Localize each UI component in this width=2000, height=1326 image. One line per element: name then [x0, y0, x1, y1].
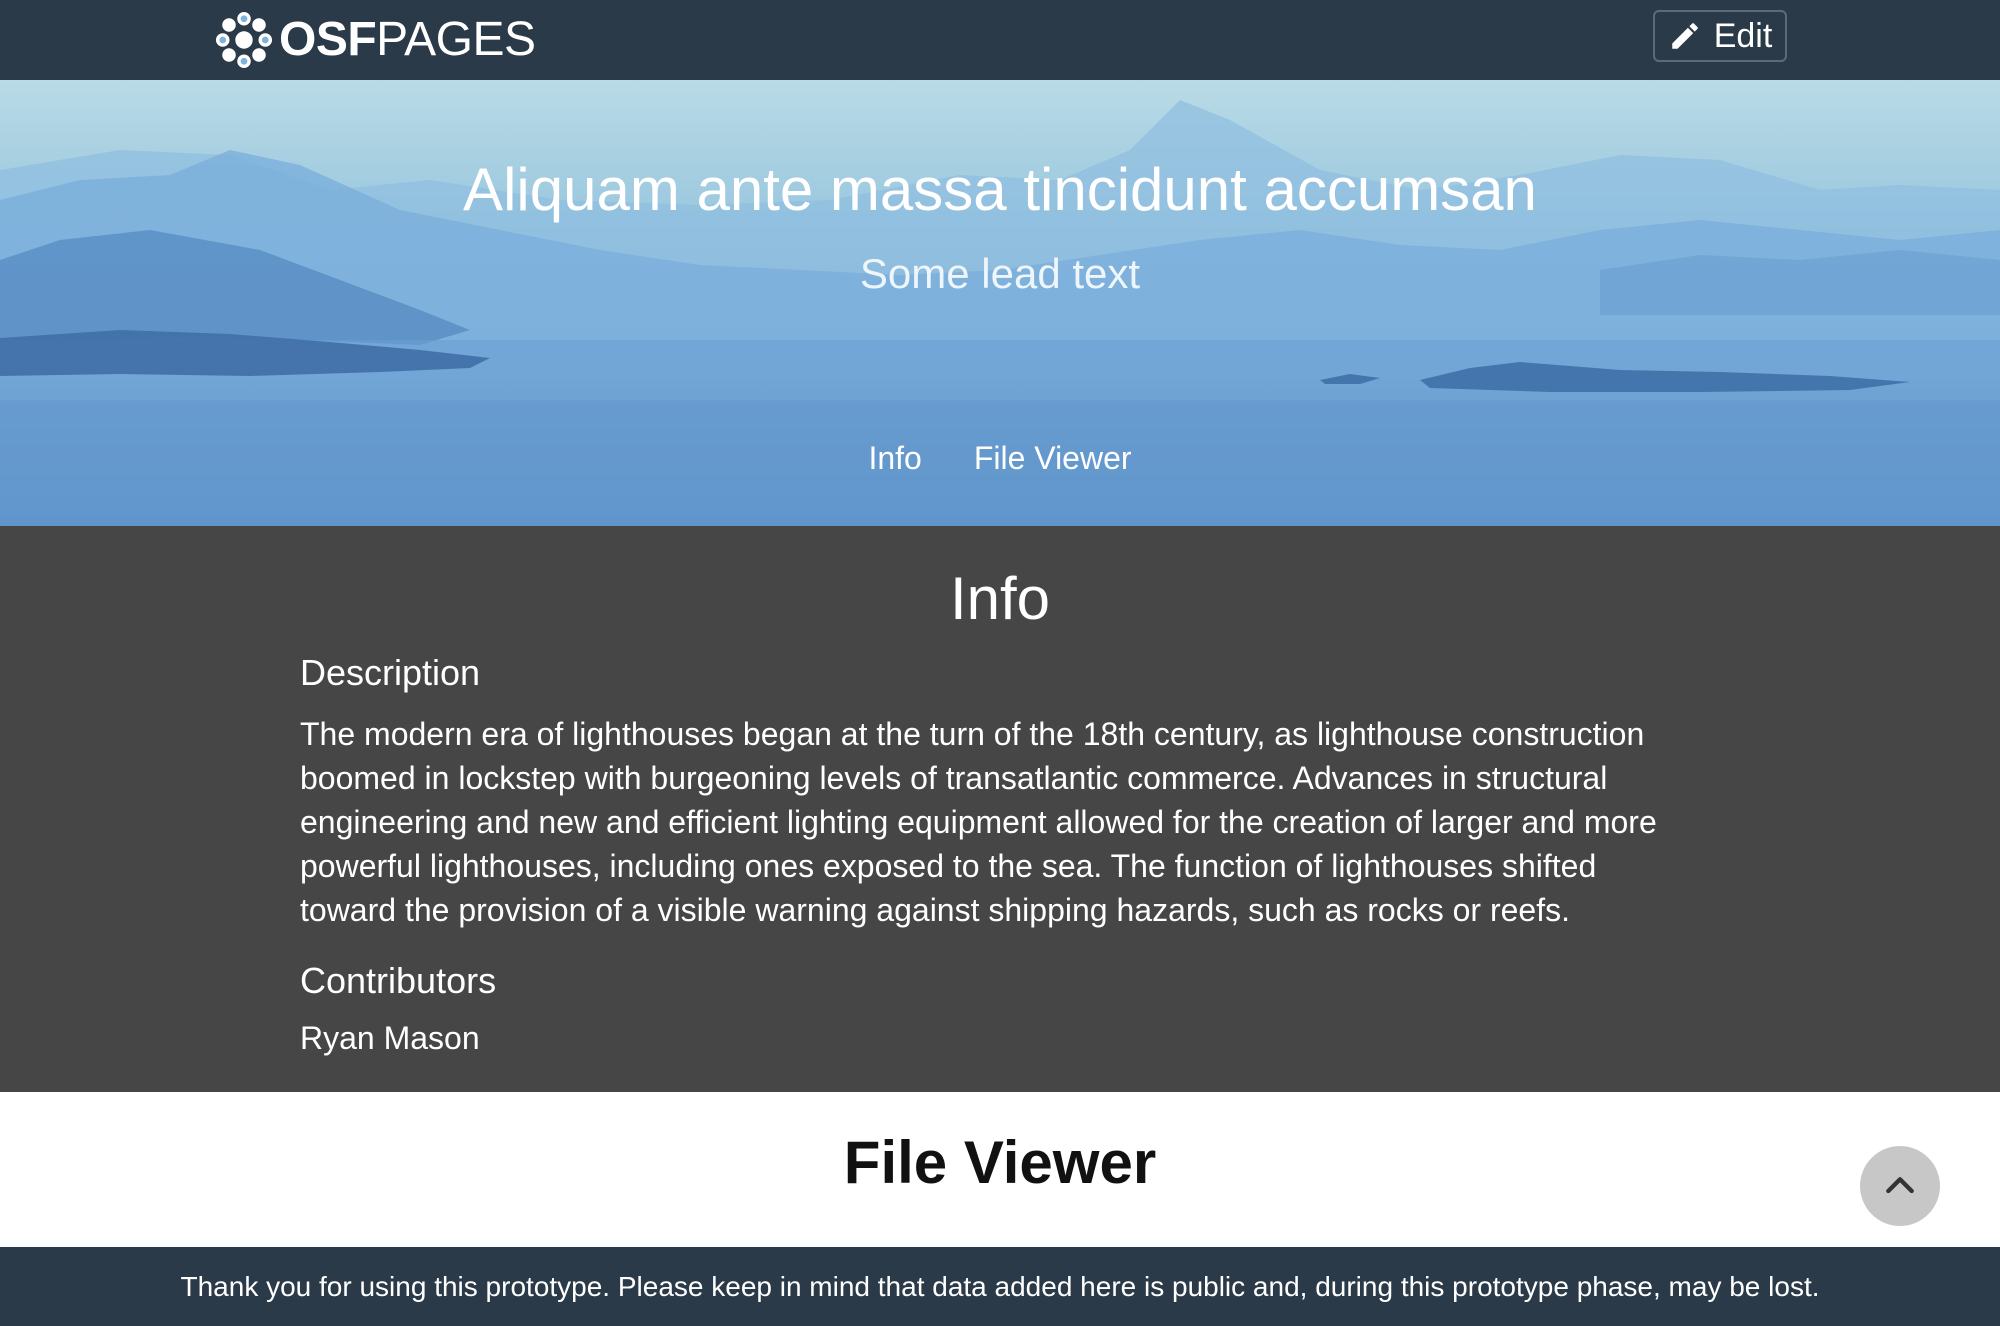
nav-link-info[interactable]: Info [868, 440, 921, 477]
page-lead-text: Some lead text [859, 250, 1141, 297]
info-section: Info Description The modern era of light… [0, 526, 2000, 1092]
footer-notice: Thank you for using this prototype. Plea… [0, 1247, 2000, 1326]
file-viewer-title: File Viewer [843, 1129, 1157, 1196]
scroll-to-top-button[interactable] [1860, 1146, 1940, 1226]
brand-name-bold: OSF [279, 13, 377, 66]
contributors-heading: Contributors [300, 960, 497, 1001]
file-viewer-section: File Viewer [0, 1092, 2000, 1247]
chevron-up-icon [1886, 1177, 1914, 1194]
nav-link-file-viewer[interactable]: File Viewer [974, 440, 1132, 477]
hero-banner: Aliquam ante massa tincidunt accumsan So… [0, 80, 2000, 526]
footer-text: Thank you for using this prototype. Plea… [180, 1271, 1820, 1302]
edit-button-label: Edit [1713, 16, 1773, 55]
brand-link[interactable]: OSFPAGES [215, 8, 536, 72]
contributor-name: Ryan Mason [300, 1020, 480, 1056]
description-text: The modern era of lighthouses began at t… [300, 716, 1657, 928]
top-navbar: OSFPAGES Edit [0, 0, 2000, 80]
brand-name-light: PAGES [376, 13, 536, 66]
pencil-icon [1671, 23, 1698, 49]
page-title: Aliquam ante massa tincidunt accumsan [463, 156, 1537, 223]
info-section-title: Info [949, 565, 1051, 632]
edit-button[interactable]: Edit [1653, 10, 1787, 62]
section-nav: Info File Viewer [0, 440, 2000, 477]
description-heading: Description [300, 652, 481, 693]
osf-logo-icon [215, 11, 273, 69]
brand-name: OSFPAGES [279, 16, 536, 64]
